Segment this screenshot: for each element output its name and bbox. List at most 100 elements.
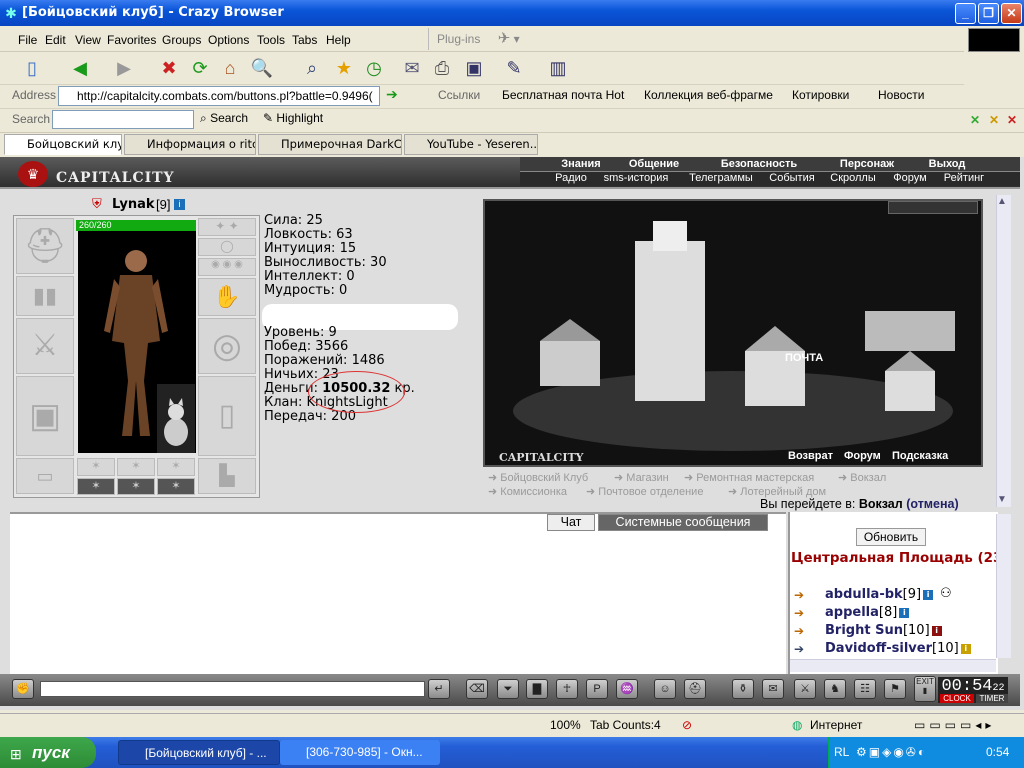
loc-commission[interactable]: ➜ Комиссионка [488,485,567,498]
users-scrollbar[interactable] [996,514,1011,658]
user-arrow-icon[interactable]: ➔ [794,624,804,638]
rings-slot[interactable]: ◉ ◉ ◉ [198,258,256,276]
scroll-slot-1[interactable]: ✶ [77,478,115,495]
info-icon[interactable]: i [174,199,185,210]
translit-icon[interactable]: P [586,679,608,699]
subnav-scrolls[interactable]: Скроллы [824,172,882,185]
search-icon[interactable]: ⌕ [298,55,326,81]
scroll-down-icon[interactable]: ▼ [997,494,1007,505]
hands-icon[interactable]: ♒ [616,679,638,699]
zoom-icon[interactable]: 🔍 [248,55,276,81]
group-icon[interactable]: ☷ [854,679,876,699]
loc-shop[interactable]: ➜ Магазин [614,471,669,484]
refresh-icon[interactable]: ⟳ [186,55,214,81]
helmet-slot[interactable]: ⛑ [16,218,74,274]
zoom-level[interactable]: 100% [550,718,581,732]
filter-icon[interactable]: ⏷ [497,679,519,699]
history-icon[interactable]: ◷ [360,55,388,81]
forward-icon[interactable]: ▶ [110,55,138,81]
nav-character[interactable]: Персонаж [822,158,912,172]
user-row[interactable]: Davidoff-silver[10] i [825,641,971,656]
user-row[interactable]: Bright Sun[10] i [825,623,942,638]
nav-communication[interactable]: Общение [618,158,690,172]
loc-repair[interactable]: ➜ Ремонтная мастерская [684,471,814,484]
earrings-slot[interactable]: ✦ ✦ [198,218,256,236]
helmet-icon[interactable]: ⛑ [684,679,706,699]
subnav-radio[interactable]: Радио [550,172,592,185]
search-input[interactable] [52,110,194,129]
highlight-button[interactable]: ✎ Highlight [263,111,323,125]
scroll-icon[interactable]: ✉ [762,679,784,699]
necklace-slot[interactable]: ◯ [198,238,256,256]
plugins-menu[interactable]: Plug-ins ✈ ▾ [428,28,520,50]
bracers-slot[interactable]: ▮▮ [16,276,74,316]
address-input[interactable]: http://capitalcity.combats.com/buttons.p… [58,86,380,106]
content-scrollbar[interactable] [996,195,1011,507]
tile-icon[interactable]: ▥ [544,55,572,81]
menu-file[interactable]: File [18,33,37,47]
greaves-slot[interactable]: ▯ [198,376,256,456]
menu-view[interactable]: View [75,33,101,47]
smile-icon[interactable]: ☺ [654,679,676,699]
tray-icons[interactable]: ⚙▣◈◉✇◐ [856,745,927,759]
subnav-telegrams[interactable]: Телеграммы [680,172,762,185]
weapon-slot[interactable]: ⚔ [16,318,74,374]
timer-label[interactable]: TIMER [976,694,1008,703]
nav-security[interactable]: Безопасность [705,158,813,172]
loc-post[interactable]: ➜ Почтовое отделение [586,485,703,498]
tab-info[interactable]: Информация о ritc... [124,134,256,155]
pet-icon[interactable]: ♞ [824,679,846,699]
user-arrow-icon[interactable]: ➔ [794,606,804,620]
scroll-slot-3[interactable]: ✶ [157,478,195,495]
link-web-fragments[interactable]: Коллекция веб-фрагме [644,88,773,102]
figure-icon[interactable]: ☥ [556,679,578,699]
loc-station[interactable]: ➜ Вокзал [838,471,886,484]
chat-area[interactable] [10,512,786,674]
menu-help[interactable]: Help [326,33,351,47]
rune-slot-3[interactable]: ✶ [157,458,195,476]
cancel-transfer-link[interactable]: (отмена) [906,497,958,511]
popup-blocker-icon[interactable]: ⊘ [682,718,692,732]
flag-icon[interactable]: ⚑ [884,679,906,699]
boots-slot[interactable]: ▙ [198,458,256,494]
scene-link-forum[interactable]: Форум [844,450,881,462]
print-icon[interactable]: ⎙ [428,55,456,81]
nav-exit[interactable]: Выход [918,158,976,172]
menu-tools[interactable]: Tools [257,33,285,47]
new-page-icon[interactable]: ▯ [18,55,46,81]
pet-cat[interactable] [157,384,195,453]
link-hot-mail[interactable]: Бесплатная почта Hot [502,88,624,102]
close-button[interactable]: ✕ [1001,3,1022,24]
scroll-slot-2[interactable]: ✶ [117,478,155,495]
minimize-page-icon[interactable]: ✕ [970,113,980,127]
shield-slot[interactable]: ◎ [198,318,256,374]
stop-icon[interactable]: ✖ [155,55,183,81]
tab-system-messages[interactable]: Системные сообщения [598,514,768,531]
user-row[interactable]: abdulla-bk[9] i [825,587,934,602]
gloves-slot[interactable]: ✋ [198,278,256,316]
edit-icon[interactable]: ✎ [500,55,528,81]
user-info-icon[interactable]: i [960,643,971,654]
user-info-icon[interactable]: i [899,607,910,618]
user-arrow-icon[interactable]: ➔ [794,642,804,656]
save-icon[interactable]: ▇ [526,679,548,699]
task-icq-window[interactable]: [306-730-985] - Окн... [280,740,440,765]
menu-options[interactable]: Options [208,33,249,47]
link-news[interactable]: Новости [878,88,924,102]
private-icon[interactable]: ⚇ [940,585,952,601]
minimize-button[interactable]: _ [955,3,976,24]
chat-input[interactable] [40,681,425,697]
menu-tabs[interactable]: Tabs [292,33,317,47]
language-indicator[interactable]: RL [834,745,849,759]
user-arrow-icon[interactable]: ➔ [794,588,804,602]
task-fight-club[interactable]: [Бойцовский клуб] - ... [118,740,280,765]
users-hscrollbar[interactable] [790,659,996,672]
maximize-button[interactable]: ❐ [978,3,999,24]
hand-icon[interactable]: ✊ [12,679,34,699]
tab-youtube[interactable]: YouTube - Yeseren... [404,134,538,155]
send-icon[interactable]: ↵ [428,679,450,699]
loc-fight-club[interactable]: ➜ Бойцовский Клуб [488,471,588,484]
back-icon[interactable]: ◀ [66,55,94,81]
scene-link-hint[interactable]: Подсказка [892,450,948,462]
favorites-icon[interactable]: ★ [330,55,358,81]
